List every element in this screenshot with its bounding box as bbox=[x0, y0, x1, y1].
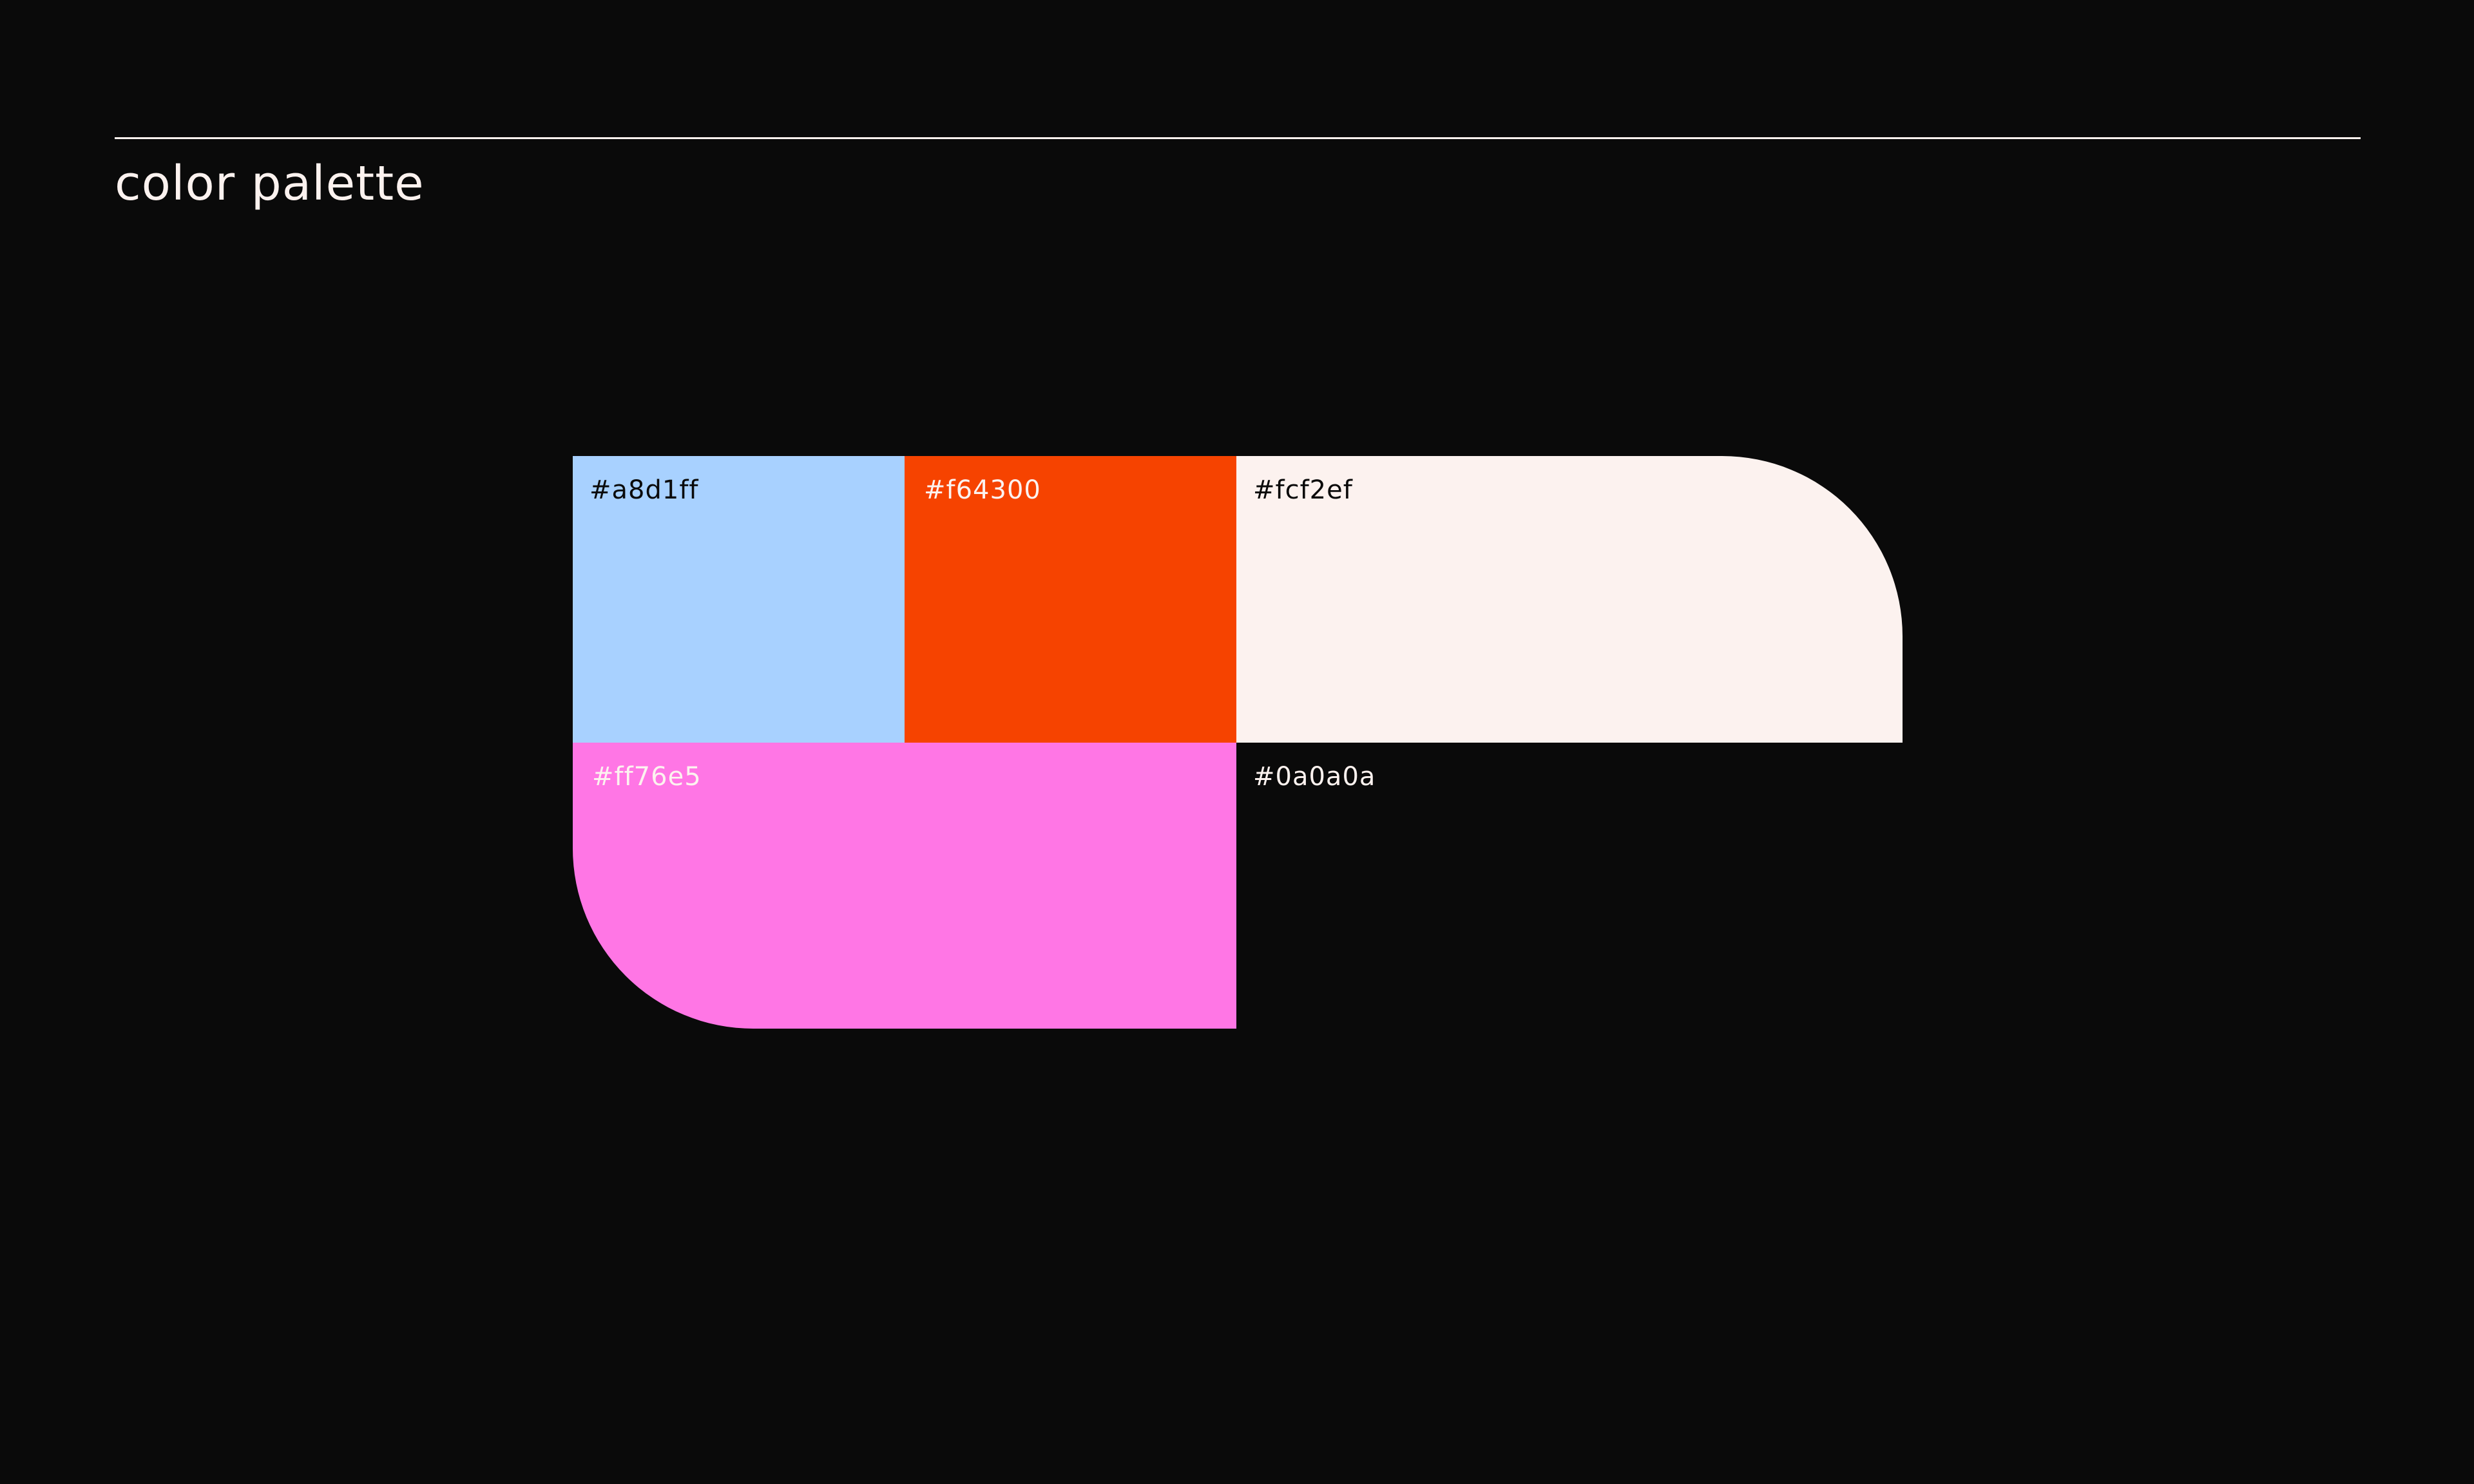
swatch-hex-label: #a8d1ff bbox=[590, 475, 699, 505]
swatch-hex-label: #f64300 bbox=[924, 475, 1041, 505]
header-divider bbox=[115, 137, 2361, 139]
swatch-pink: #ff76e5 bbox=[573, 743, 1236, 1029]
swatch-orange: #f64300 bbox=[905, 456, 1236, 743]
page-title: color palette bbox=[115, 156, 425, 211]
swatch-light-blue: #a8d1ff bbox=[573, 456, 905, 743]
swatch-hex-label: #fcf2ef bbox=[1253, 475, 1353, 505]
swatch-hex-label: #ff76e5 bbox=[592, 762, 702, 792]
swatch-hex-label: #0a0a0a bbox=[1253, 762, 1376, 792]
swatch-cream: #fcf2ef bbox=[1236, 456, 1903, 743]
swatch-black: #0a0a0a bbox=[1236, 743, 1903, 1029]
